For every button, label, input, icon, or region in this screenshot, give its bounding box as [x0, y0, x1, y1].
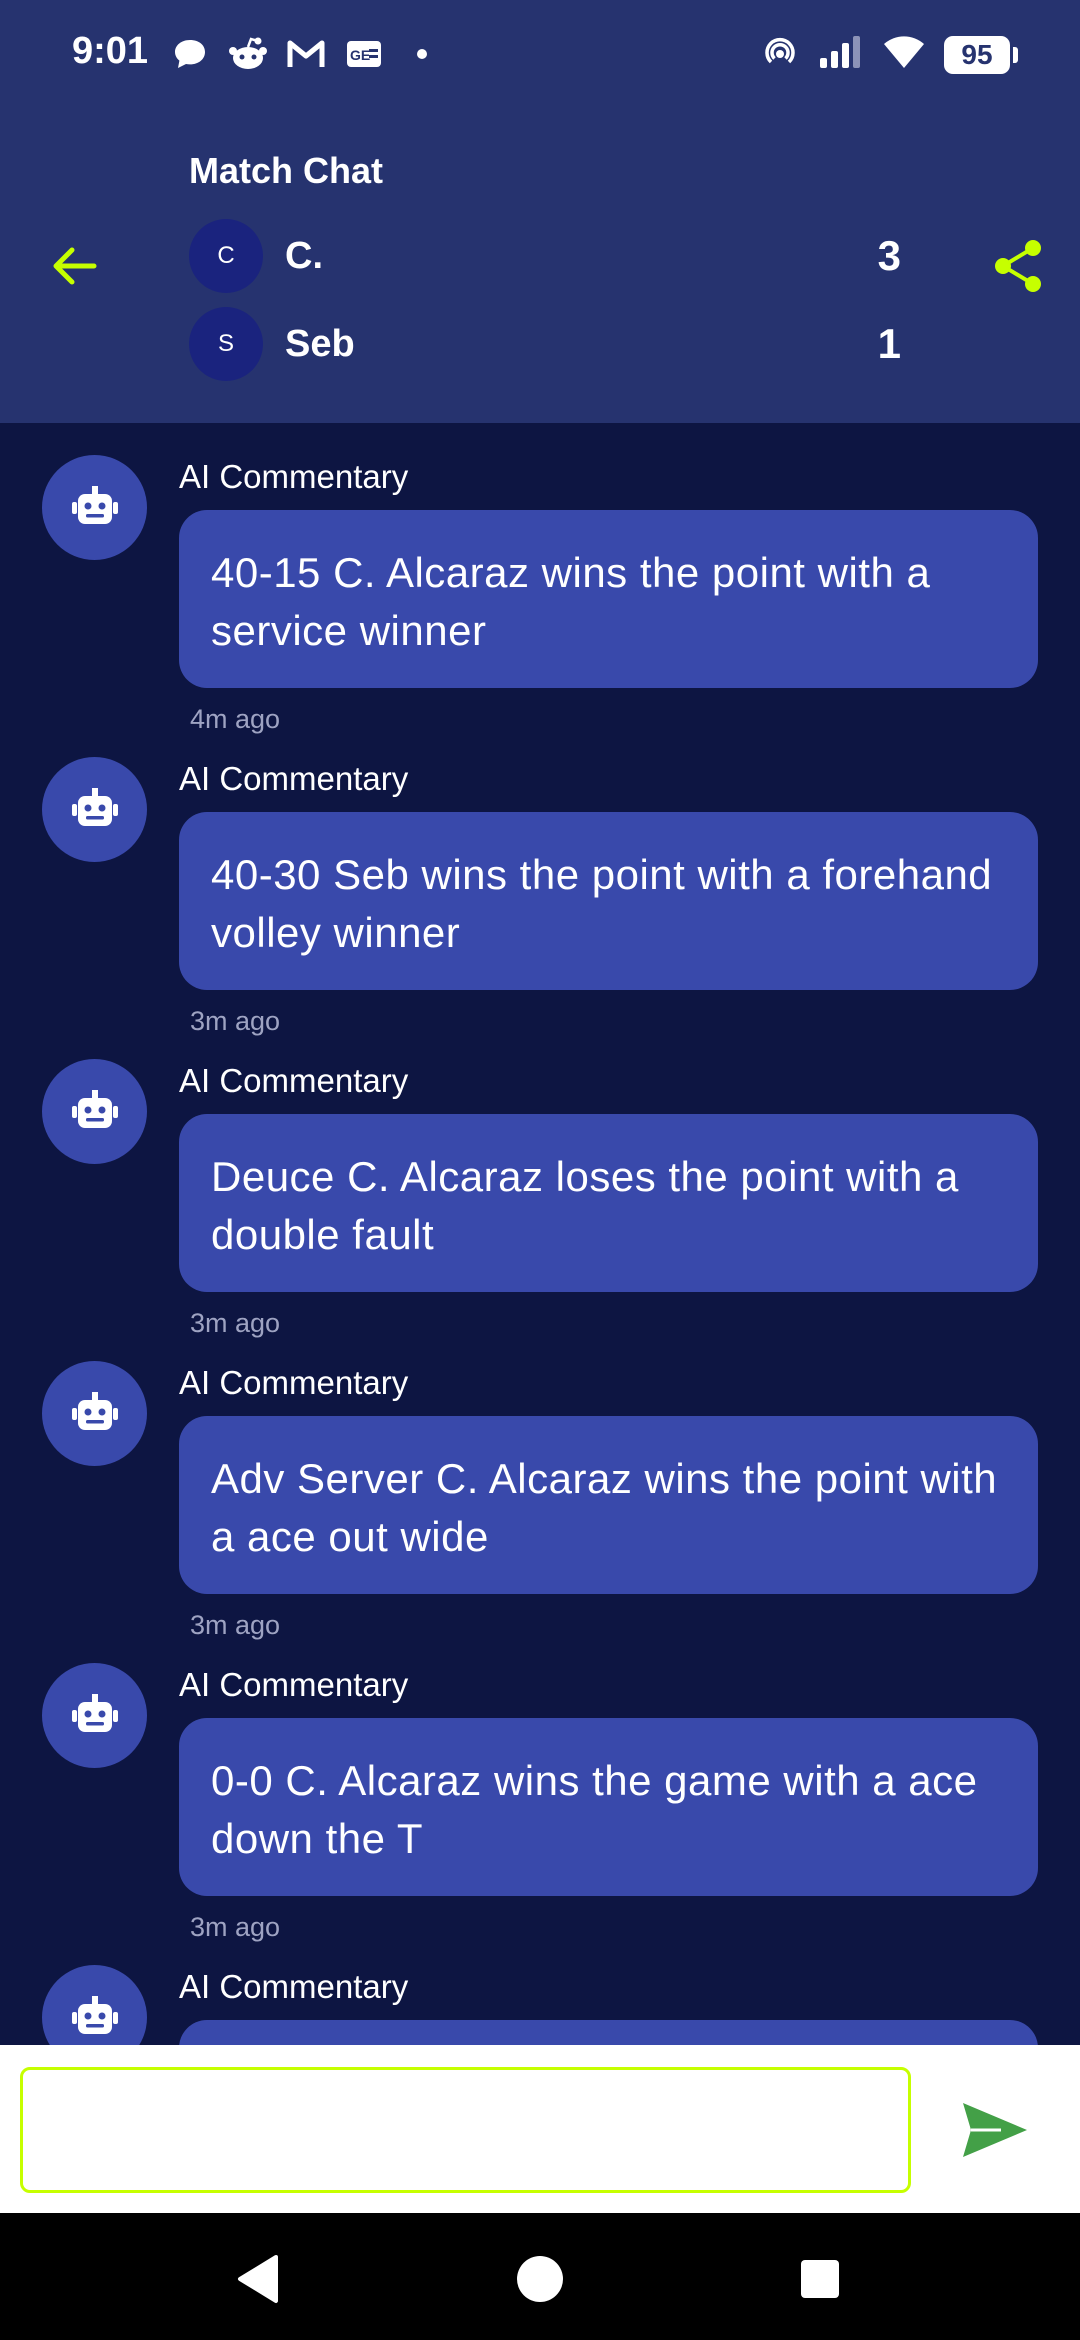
- dot-icon: [400, 34, 444, 74]
- system-navigation-bar: [0, 2213, 1080, 2340]
- player-row: C C. 3: [189, 218, 929, 294]
- wifi-icon: [882, 34, 926, 75]
- message-list[interactable]: AI Commentary 40-15 C. Alcaraz wins the …: [0, 423, 1080, 2045]
- robot-icon: [71, 1995, 118, 2034]
- avatar: [42, 1663, 147, 1768]
- chat-bubble-icon: [168, 34, 212, 74]
- robot-icon: [71, 1693, 118, 1732]
- message-time: 3m ago: [190, 1308, 281, 1338]
- sender-name: AI Commentary: [179, 1666, 409, 1703]
- player-row: S Seb 1: [189, 306, 929, 382]
- avatar: [42, 1059, 147, 1164]
- avatar: S: [189, 307, 263, 381]
- player-name: C.: [285, 234, 323, 277]
- battery-icon: 95: [944, 35, 1018, 74]
- back-triangle-icon: [238, 2255, 278, 2303]
- message-composer: [0, 2045, 1080, 2213]
- send-icon: [963, 2103, 1027, 2157]
- share-button[interactable]: [988, 236, 1048, 296]
- message-bubble: [179, 2020, 1038, 2045]
- share-icon: [995, 240, 1041, 292]
- player-score: 3: [877, 232, 901, 279]
- nav-back-button[interactable]: [228, 2249, 288, 2309]
- robot-icon: [71, 1089, 118, 1128]
- notification-icons: GE: [168, 34, 444, 74]
- avatar: [42, 757, 147, 862]
- message-time: 4m ago: [190, 704, 281, 734]
- avatar: [42, 455, 147, 560]
- message-input[interactable]: [20, 2067, 911, 2193]
- gmail-icon: [284, 34, 328, 74]
- nav-home-button[interactable]: [510, 2249, 570, 2309]
- sender-name: AI Commentary: [179, 458, 409, 495]
- status-time: 9:01: [72, 30, 149, 72]
- sender-name: AI Commentary: [179, 1062, 409, 1099]
- robot-icon: [71, 485, 118, 524]
- back-button[interactable]: [44, 236, 104, 296]
- svg-text:GE: GE: [350, 47, 370, 63]
- message-time: 3m ago: [190, 1610, 281, 1640]
- robot-icon: [71, 787, 118, 826]
- signal-icon: [818, 34, 864, 75]
- sender-name: AI Commentary: [179, 1364, 409, 1401]
- avatar: C: [189, 219, 263, 293]
- player-score: 1: [877, 320, 901, 367]
- app-header: 9:01 GE 95 Match Chat C C. 3 S Seb 1: [0, 0, 1080, 423]
- hotspot-icon: [760, 32, 800, 77]
- player-name: Seb: [285, 322, 355, 365]
- message-time: 3m ago: [190, 1006, 281, 1036]
- arrow-left-icon: [53, 247, 97, 285]
- message-bubble: Deuce C. Alcaraz loses the point with a …: [179, 1114, 1038, 1292]
- message-bubble: 40-30 Seb wins the point with a forehand…: [179, 812, 1038, 990]
- message-bubble: 40-15 C. Alcaraz wins the point with a s…: [179, 510, 1038, 688]
- news-icon: GE: [342, 34, 386, 74]
- page-title: Match Chat: [189, 150, 384, 191]
- robot-icon: [71, 1391, 118, 1430]
- recents-square-icon: [801, 2260, 839, 2298]
- battery-level: 95: [961, 38, 993, 70]
- message-time: 3m ago: [190, 1912, 281, 1942]
- reddit-icon: [226, 34, 270, 74]
- home-circle-icon: [517, 2256, 563, 2302]
- nav-recents-button[interactable]: [790, 2249, 850, 2309]
- message-bubble: 0-0 C. Alcaraz wins the game with a ace …: [179, 1718, 1038, 1896]
- system-icons: 95: [760, 32, 1018, 77]
- avatar: [42, 1965, 147, 2045]
- send-button[interactable]: [955, 2090, 1035, 2170]
- sender-name: AI Commentary: [179, 760, 409, 797]
- avatar: [42, 1361, 147, 1466]
- message-bubble: Adv Server C. Alcaraz wins the point wit…: [179, 1416, 1038, 1594]
- sender-name: AI Commentary: [179, 1968, 409, 2005]
- status-bar: 9:01 GE 95: [0, 0, 1080, 110]
